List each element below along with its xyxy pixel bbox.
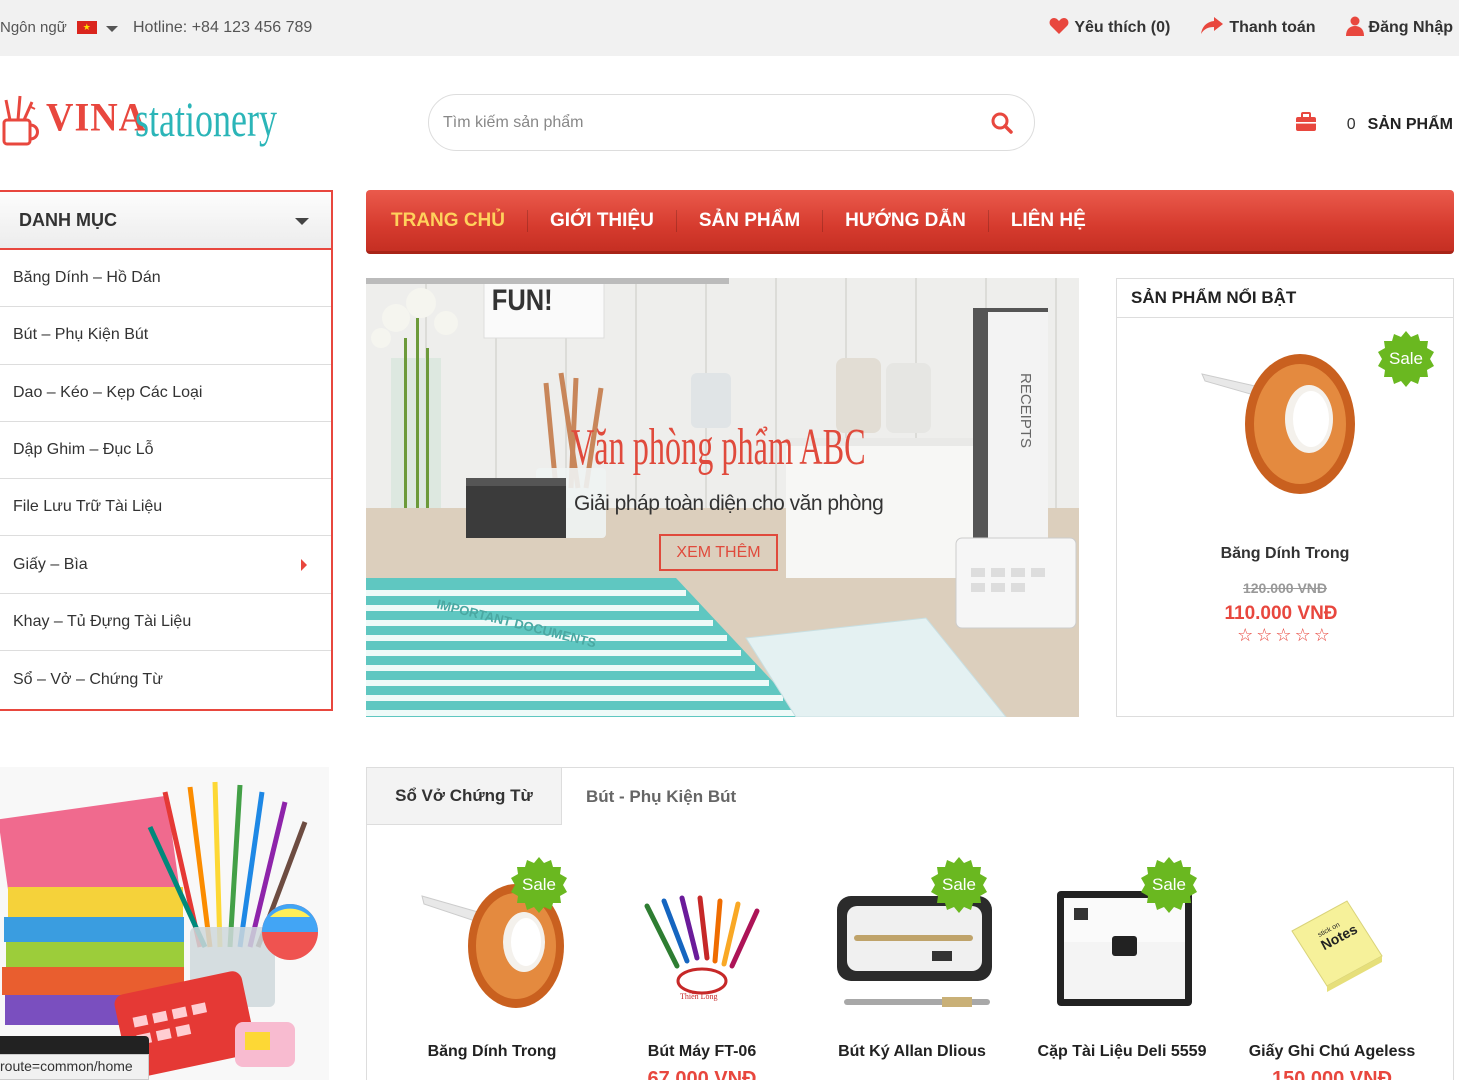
category-label: Giấy – Bìa <box>13 555 88 573</box>
product-name: Cặp Tài Liệu Deli 5559 <box>1037 1043 1207 1060</box>
sign-text: FUN! <box>492 283 553 316</box>
cart-label: SẢN PHẨM <box>1367 115 1453 133</box>
user-icon <box>1345 16 1364 40</box>
nav-item-about[interactable]: GIỚI THIỆU <box>528 209 677 232</box>
hotline-text: Hotline: +84 123 456 789 <box>133 19 313 36</box>
category-label: Bút – Phụ Kiện Bút <box>13 326 149 344</box>
search-icon[interactable] <box>990 111 1014 140</box>
status-url-shadow <box>0 1036 149 1054</box>
product-card[interactable]: Sale Bút Ký Allan Dlious <box>812 856 1012 1080</box>
product-card[interactable]: Sale Cặp Tài Liệu Deli 5559 <box>1022 856 1222 1080</box>
product-card[interactable]: Thiên Long Bút Máy FT-06 67.000 VNĐ <box>602 856 802 1080</box>
product-price: 67.000 VNĐ <box>647 1068 757 1080</box>
featured-product-name[interactable]: Băng Dính Trong <box>1117 545 1453 563</box>
sale-badge: Sale <box>1377 330 1435 388</box>
category-label: Sổ – Vở – Chứng Từ <box>13 670 163 688</box>
category-label: Dao – Kéo – Kẹp Các Loại <box>13 383 203 401</box>
category-item[interactable]: Dập Ghim – Đục Lỗ <box>0 422 331 480</box>
chevron-right-icon <box>301 559 307 572</box>
product-name: Bút Ký Allan Dlious <box>838 1043 986 1060</box>
category-item[interactable]: Khay – Tủ Đựng Tài Liệu <box>0 594 331 652</box>
product-card[interactable]: Notes stick on Giấy Ghi Chú Ageless 150.… <box>1232 856 1432 1080</box>
main-nav: TRANG CHỦ GIỚI THIỆU SẢN PHẨM HƯỚNG DẪN … <box>366 190 1454 254</box>
sale-badge: Sale <box>930 856 988 914</box>
featured-title: SẢN PHẨM NỔI BẬT <box>1117 279 1453 318</box>
product-name: Bút Máy FT-06 <box>647 1043 757 1060</box>
nav-item-home[interactable]: TRANG CHỦ <box>369 209 528 232</box>
product-card[interactable]: Sale Băng Dính Trong <box>392 856 592 1080</box>
product-image: Thiên Long <box>644 895 760 1001</box>
checkout-link[interactable]: Thanh toán <box>1200 16 1316 40</box>
status-url-tooltip: route=common/home <box>0 1036 149 1080</box>
status-url-text: route=common/home <box>0 1054 149 1080</box>
vietnam-flag-icon <box>76 21 97 34</box>
login-link[interactable]: Đăng Nhập <box>1345 16 1453 40</box>
cart-count: 0 <box>1346 115 1356 133</box>
category-item[interactable]: Bút – Phụ Kiện Bút <box>0 307 331 365</box>
stationery-photo <box>0 767 329 1080</box>
top-bar: Ngôn ngữ Hotline: +84 123 456 789 Yêu th… <box>0 0 1459 56</box>
category-item[interactable]: Giấy – Bìa <box>0 536 331 594</box>
logo-text-stationery: stationery <box>135 91 277 147</box>
heart-icon <box>1049 17 1069 39</box>
sale-badge: Sale <box>510 856 568 914</box>
chevron-down-icon <box>105 26 118 32</box>
language-label: Ngôn ngữ <box>0 19 67 36</box>
slider-progress-bar <box>366 278 729 284</box>
briefcase-icon <box>1295 112 1317 137</box>
product-price: 150.000 VNĐ <box>1271 1068 1393 1080</box>
share-arrow-icon <box>1200 17 1224 39</box>
banner-slider[interactable]: FUN! RECEIPTS IMPORTANT DOCUMENTS Văn ph… <box>366 278 1079 717</box>
logo-text-vina: VINA <box>46 95 148 141</box>
star-rating-icon: ☆☆☆☆☆ <box>1237 625 1333 645</box>
featured-old-price: 120.000 VNĐ <box>1242 580 1328 596</box>
promo-image[interactable] <box>0 767 329 1080</box>
category-title: DANH MỤC <box>19 209 117 230</box>
category-item[interactable]: File Lưu Trữ Tài Liệu <box>0 479 331 537</box>
product-image: Notes stick on <box>1291 900 1383 992</box>
category-item[interactable]: Băng Dính – Hồ Dán <box>0 250 331 308</box>
nav-item-contact[interactable]: LIÊN HỆ <box>989 210 1108 232</box>
banner-title: Văn phòng phẩm ABC <box>571 419 866 476</box>
search-box <box>428 94 1035 151</box>
product-name: Băng Dính Trong <box>427 1043 557 1060</box>
category-label: Dập Ghim – Đục Lỗ <box>13 441 154 459</box>
category-sidebar: DANH MỤC Băng Dính – Hồ Dán Bút – Phụ Ki… <box>0 190 333 711</box>
product-name: Giấy Ghi Chú Ageless <box>1248 1043 1416 1060</box>
nav-item-products[interactable]: SẢN PHẨM <box>677 209 824 232</box>
featured-products: SẢN PHẨM NỔI BẬT Sale Băng Dính Trong 12… <box>1116 278 1454 717</box>
site-logo[interactable]: VINA stationery <box>0 86 300 152</box>
featured-product-image[interactable] <box>1197 339 1357 524</box>
svg-text:Thiên Long: Thiên Long <box>680 992 718 1001</box>
category-header[interactable]: DANH MỤC <box>0 192 331 250</box>
tab-so-vo-chung-tu[interactable]: Sổ Vở Chứng Từ <box>367 768 562 825</box>
category-label: Khay – Tủ Đựng Tài Liệu <box>13 612 192 630</box>
category-item[interactable]: Sổ – Vở – Chứng Từ <box>0 651 331 708</box>
tab-but-phu-kien-but[interactable]: Bút - Phụ Kiện Bút <box>586 768 736 825</box>
wishlist-link[interactable]: Yêu thích (0) <box>1049 16 1170 40</box>
banner-see-more-button[interactable]: XEM THÊM <box>659 534 778 571</box>
chevron-down-icon <box>295 218 309 225</box>
checkout-label: Thanh toán <box>1229 19 1316 36</box>
cart-summary[interactable]: 0 SẢN PHẨM <box>1295 112 1453 137</box>
featured-new-price: 110.000 VNĐ <box>1224 603 1338 624</box>
category-label: Băng Dính – Hồ Dán <box>13 269 161 287</box>
login-label: Đăng Nhập <box>1368 19 1453 36</box>
product-tabs: Sổ Vở Chứng Từ Bút - Phụ Kiện Bút Sale B… <box>366 767 1454 1080</box>
wishlist-label: Yêu thích (0) <box>1074 19 1171 36</box>
binder-text: RECEIPTS <box>1017 373 1034 448</box>
category-item[interactable]: Dao – Kéo – Kẹp Các Loại <box>0 365 331 422</box>
pencil-cup-logo-icon <box>2 95 39 146</box>
language-selector[interactable]: Ngôn ngữ <box>0 19 118 36</box>
nav-item-guide[interactable]: HƯỚNG DẪN <box>823 209 989 232</box>
category-label: File Lưu Trữ Tài Liệu <box>13 498 163 516</box>
banner-subtitle: Giải pháp toàn diện cho văn phòng <box>574 492 884 515</box>
sale-badge: Sale <box>1140 856 1198 914</box>
search-input[interactable] <box>443 111 963 135</box>
